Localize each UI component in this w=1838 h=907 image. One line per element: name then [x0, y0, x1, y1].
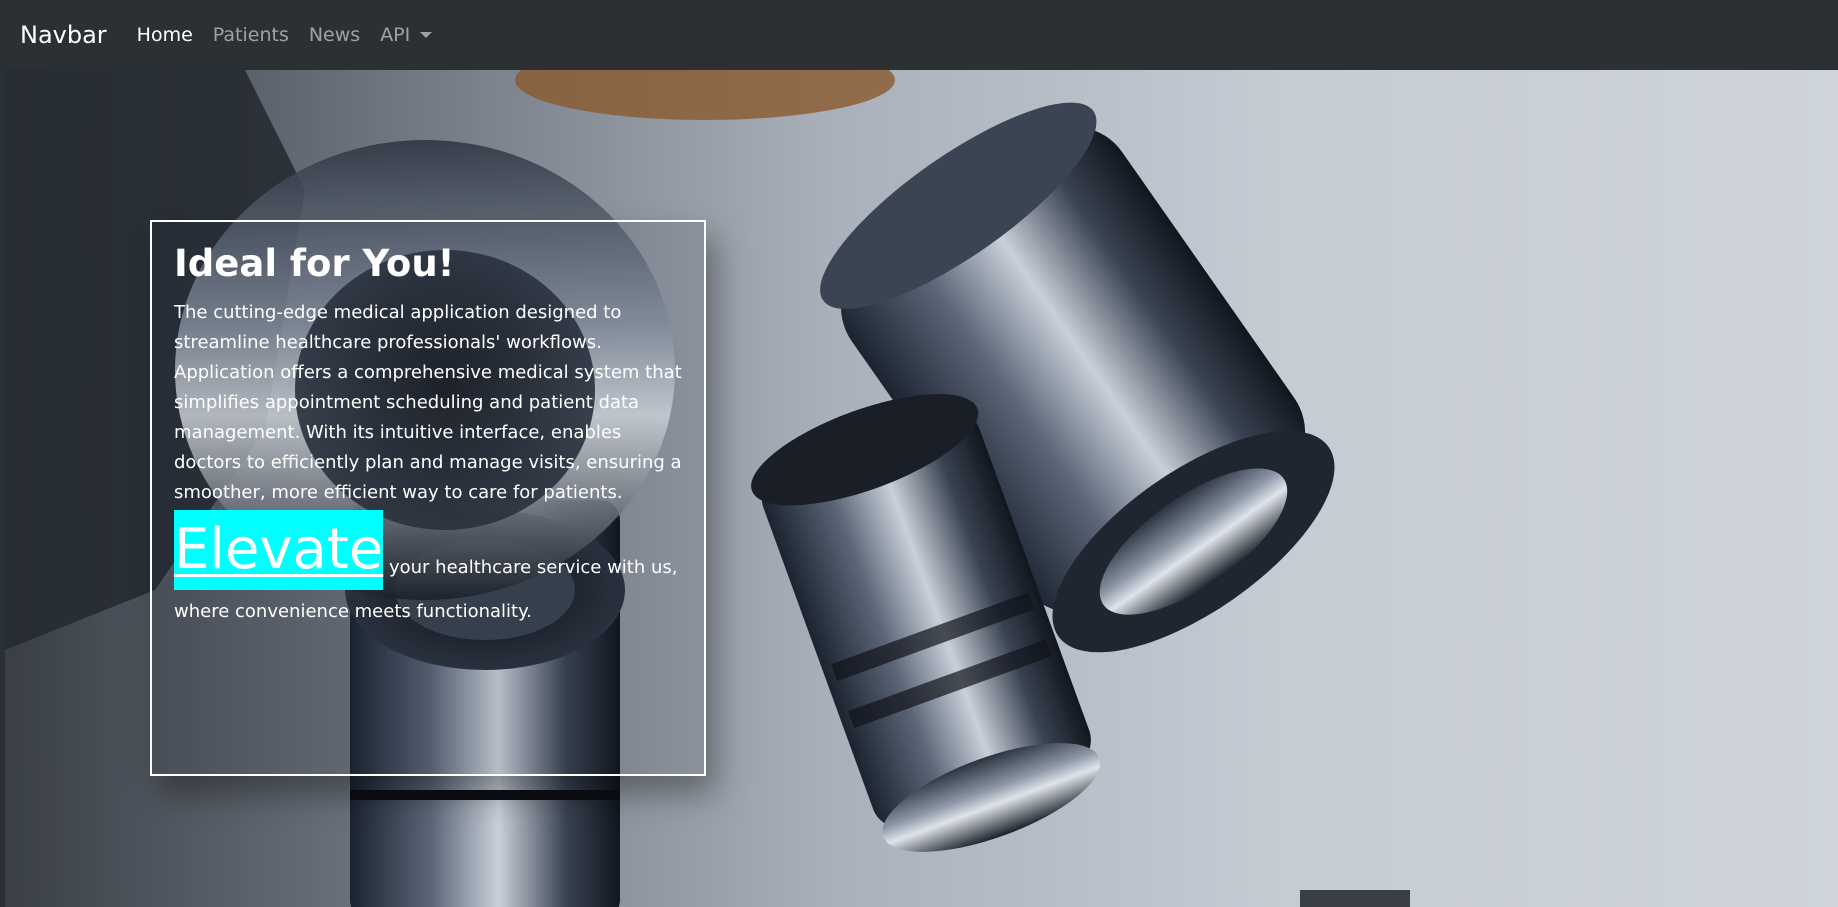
nav-link-patients[interactable]: Patients — [213, 24, 289, 46]
hero-section: Ideal for You! The cutting-edge medical … — [5, 70, 1838, 907]
card-tagline: Elevate your healthcare service with us,… — [174, 510, 682, 634]
nav-link-home[interactable]: Home — [137, 24, 193, 46]
navbar-brand[interactable]: Navbar — [20, 21, 107, 49]
top-navbar: Navbar Home Patients News API — [0, 0, 1838, 70]
card-title: Ideal for You! — [174, 242, 455, 285]
nav-dropdown-api[interactable]: API — [380, 24, 433, 46]
card-description: The cutting-edge medical application des… — [174, 302, 682, 504]
nav-link-api-label: API — [380, 24, 411, 46]
caret-down-icon — [420, 32, 433, 38]
elevate-link[interactable]: Elevate — [174, 510, 384, 591]
nav-link-news[interactable]: News — [309, 24, 360, 46]
intro-card: Ideal for You! The cutting-edge medical … — [150, 220, 706, 776]
